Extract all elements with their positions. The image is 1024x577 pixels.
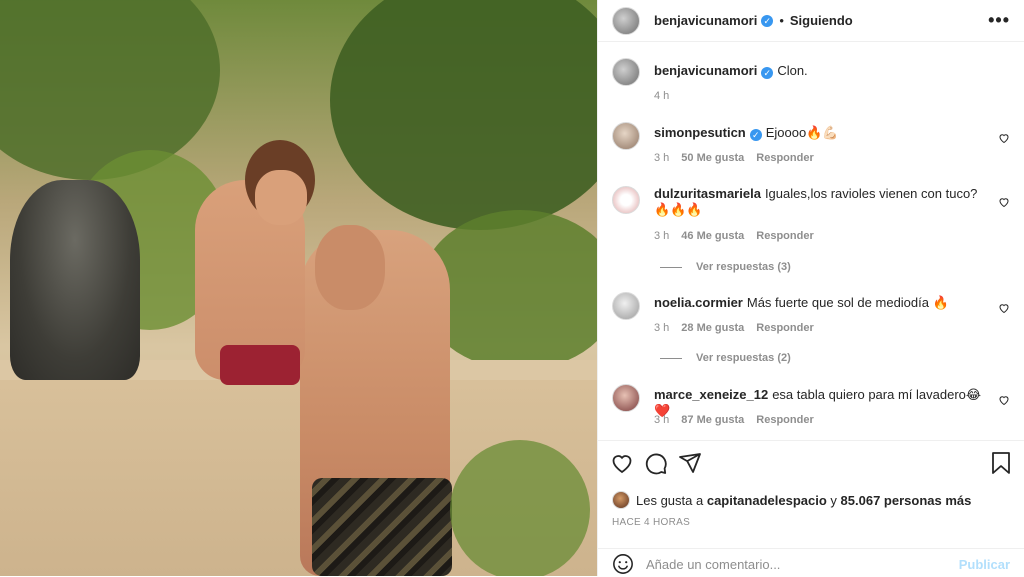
comment-like-heart-icon[interactable] <box>998 302 1010 314</box>
comment-likes[interactable]: 28 Me gusta <box>681 322 744 334</box>
likes-others-count[interactable]: 85.067 personas más <box>841 493 972 508</box>
verified-badge-icon: ✓ <box>761 14 774 27</box>
post-header: benjavicunamori ✓ • Siguiendo ••• <box>598 0 1024 42</box>
post-actions: Les gusta a capitanadelespacio y 85.067 … <box>598 440 1024 576</box>
caption-body: benjavicunamori ✓ Clon. <box>654 63 986 79</box>
comment-text: Más fuerte que sol de mediodía 🔥 <box>746 295 949 310</box>
author-username[interactable]: benjavicunamori <box>654 13 757 28</box>
commenter-avatar[interactable] <box>612 186 640 214</box>
comment-likes[interactable]: 87 Me gusta <box>681 414 744 426</box>
comment-body: dulzuritasmariela Iguales,los ravioles vi… <box>654 186 986 218</box>
reply-button[interactable]: Responder <box>756 230 813 242</box>
comment-like-heart-icon[interactable] <box>998 196 1010 208</box>
comment-likes[interactable]: 50 Me gusta <box>681 152 744 164</box>
liker-avatar[interactable] <box>612 491 630 509</box>
author-avatar[interactable] <box>612 6 640 35</box>
comment-item: dulzuritasmariela Iguales,los ravioles vi… <box>612 186 1010 286</box>
post-photo[interactable] <box>0 0 597 576</box>
action-icons <box>610 451 1012 477</box>
man-head <box>315 225 385 310</box>
view-replies-label[interactable]: Ver respuestas (3) <box>696 261 791 273</box>
reply-button[interactable]: Responder <box>756 322 813 334</box>
post-side-panel: benjavicunamori ✓ • Siguiendo ••• benjav… <box>597 0 1024 576</box>
author-avatar[interactable] <box>612 58 640 86</box>
like-heart-icon[interactable] <box>610 451 634 475</box>
reply-button[interactable]: Responder <box>756 414 813 426</box>
foliage <box>0 0 220 180</box>
commenter-avatar[interactable] <box>612 292 640 320</box>
comment-meta: 3 h 50 Me gusta Responder <box>654 152 826 164</box>
comment-meta: 3 h 28 Me gusta Responder <box>654 322 826 334</box>
comments-list[interactable]: benjavicunamori ✓ Clon. 4 h simonpesuticn ✓… <box>598 42 1024 440</box>
comment-text: Ejoooo🔥💪🏻 <box>765 125 839 140</box>
post-timestamp[interactable]: HACE 4 HORAS <box>612 517 690 528</box>
save-bookmark-icon[interactable] <box>990 451 1012 475</box>
emoji-icon[interactable] <box>612 553 634 575</box>
comment-meta: 3 h 46 Me gusta Responder <box>654 230 826 242</box>
more-options-icon[interactable]: ••• <box>988 10 1010 31</box>
comment-like-heart-icon[interactable] <box>998 132 1010 144</box>
commenter-username[interactable]: dulzuritasmariela <box>654 186 761 201</box>
commenter-avatar[interactable] <box>612 384 640 412</box>
comment-time[interactable]: 3 h <box>654 414 669 426</box>
boy-shorts <box>220 345 300 385</box>
comment-body: noelia.cormier Más fuerte que sol de medi… <box>654 295 986 311</box>
caption-username[interactable]: benjavicunamori <box>654 63 757 78</box>
reply-button[interactable]: Responder <box>756 152 813 164</box>
view-replies-label[interactable]: Ver respuestas (2) <box>696 352 791 364</box>
caption-time[interactable]: 4 h <box>654 90 669 102</box>
comment-body: simonpesuticn ✓ Ejoooo🔥💪🏻 <box>654 125 986 141</box>
separator-dot: • <box>779 13 784 28</box>
following-button[interactable]: Siguiendo <box>790 13 853 28</box>
commenter-username[interactable]: marce_xeneize_12 <box>654 387 768 402</box>
commenter-avatar[interactable] <box>612 122 640 150</box>
replies-line <box>660 357 682 359</box>
comment-item: noelia.cormier Más fuerte que sol de medi… <box>612 292 1010 372</box>
comment-time[interactable]: 3 h <box>654 230 669 242</box>
comment-like-heart-icon[interactable] <box>998 394 1010 406</box>
caption: benjavicunamori ✓ Clon. 4 h <box>612 58 1010 108</box>
likes-summary: Les gusta a capitanadelespacio y 85.067 … <box>612 491 971 509</box>
comment-meta: 3 h 87 Me gusta Responder <box>654 414 826 426</box>
replies-line <box>660 266 682 268</box>
likes-prefix: Les gusta a <box>636 492 704 508</box>
comment-icon[interactable] <box>644 451 668 475</box>
instagram-post: benjavicunamori ✓ • Siguiendo ••• benjav… <box>0 0 1024 576</box>
liker-username[interactable]: capitanadelespacio <box>707 493 827 508</box>
likes-and: y <box>830 492 837 508</box>
comment-likes[interactable]: 46 Me gusta <box>681 230 744 242</box>
add-comment-bar: Añade un comentario... Publicar <box>598 548 1024 577</box>
comment-time[interactable]: 3 h <box>654 322 669 334</box>
comment-input[interactable]: Añade un comentario... <box>646 557 780 572</box>
buddha-statue <box>10 180 140 380</box>
comment-item: marce_xeneize_12 esa tabla quiero para mí… <box>612 384 1010 438</box>
commenter-username[interactable]: simonpesuticn <box>654 125 746 140</box>
share-icon[interactable] <box>678 451 702 475</box>
foliage <box>450 440 590 576</box>
publish-button[interactable]: Publicar <box>959 557 1010 572</box>
view-replies-button[interactable]: Ver respuestas (2) <box>660 352 791 364</box>
commenter-username[interactable]: noelia.cormier <box>654 295 743 310</box>
caption-meta: 4 h <box>654 90 681 102</box>
caption-text: Clon. <box>777 63 808 78</box>
comment-item: simonpesuticn ✓ Ejoooo🔥💪🏻 3 h 50 Me gusta Re… <box>612 122 1010 172</box>
view-replies-button[interactable]: Ver respuestas (3) <box>660 261 791 273</box>
comment-time[interactable]: 3 h <box>654 152 669 164</box>
boy-face <box>255 170 307 225</box>
verified-badge-icon: ✓ <box>761 67 774 79</box>
verified-badge-icon: ✓ <box>749 129 762 141</box>
camo-shorts <box>312 478 452 576</box>
foliage <box>330 0 597 230</box>
